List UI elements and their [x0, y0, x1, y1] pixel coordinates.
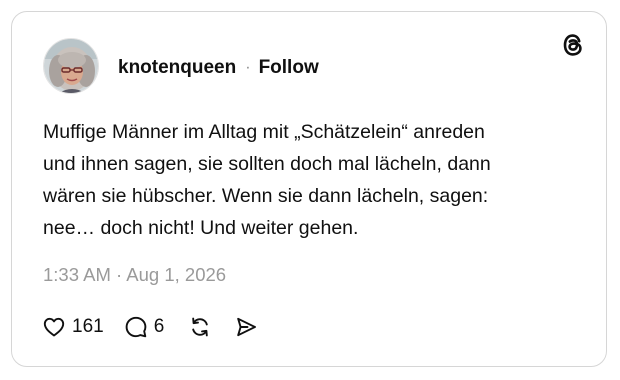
separator-dot: ·: [245, 59, 251, 76]
username[interactable]: knotenqueen: [118, 57, 236, 79]
post-header: knotenqueen · Follow: [118, 56, 319, 80]
like-button[interactable]: 161: [42, 315, 104, 339]
reply-button[interactable]: 6: [124, 315, 165, 339]
post-text-line: und ihnen sagen, sie sollten doch mal lä…: [43, 153, 491, 175]
share-button[interactable]: [234, 315, 258, 339]
reply-count: 6: [153, 316, 165, 337]
post-text-line: nee… doch nicht! Und weiter gehen.: [43, 217, 359, 239]
post-card: knotenqueen · Follow Muffige Männer im A…: [11, 11, 607, 367]
post-timestamp[interactable]: 1:33 AM · Aug 1, 2026: [43, 264, 226, 286]
heart-icon: [42, 315, 66, 339]
post-text-line: Muffige Männer im Alltag mit „Schätzelei…: [43, 121, 485, 143]
repost-button[interactable]: [188, 315, 212, 339]
share-icon: [234, 315, 258, 339]
action-bar: 161 6: [42, 314, 258, 340]
like-count: 161: [72, 316, 104, 337]
follow-button[interactable]: Follow: [259, 57, 319, 79]
avatar[interactable]: [43, 38, 99, 94]
avatar-photo: [44, 39, 98, 93]
comment-icon: [124, 315, 148, 339]
threads-logo-icon[interactable]: [560, 32, 586, 58]
post-text-line: wären sie hübscher. Wenn sie dann lächel…: [43, 185, 489, 207]
post-text: Muffige Männer im Alltag mit „Schätzelei…: [43, 116, 583, 244]
repost-icon: [188, 315, 212, 339]
